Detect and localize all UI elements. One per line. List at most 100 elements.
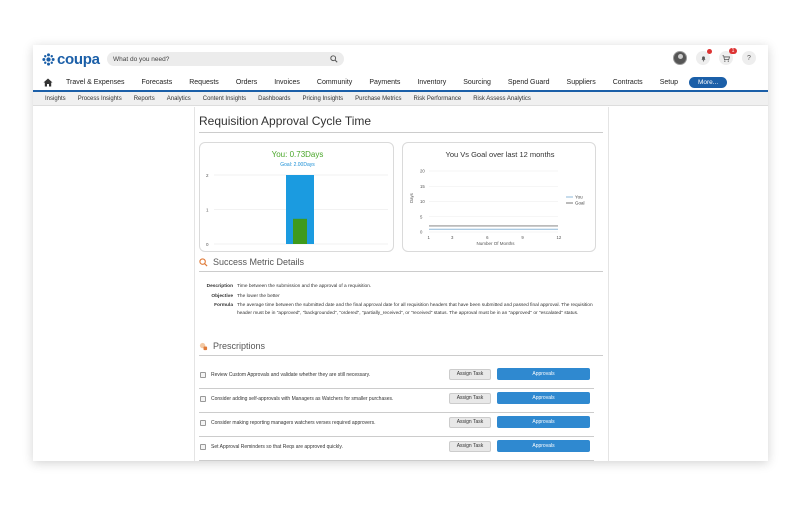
prescription-row: Review Custom Approvals and validate whe… [199, 365, 594, 389]
prescription-text: Set Approval Reminders so that Reqs are … [211, 444, 343, 450]
cart-icon[interactable]: 1 [719, 48, 737, 65]
objective-label: Objective [211, 293, 233, 299]
nav-item-travel-expenses[interactable]: Travel & Expenses [66, 79, 125, 86]
prescription-row: Set Approval Reminders so that Reqs are … [199, 437, 594, 461]
nav-item-community[interactable]: Community [317, 79, 352, 86]
notifications-icon[interactable] [696, 49, 712, 65]
prescriptions-heading-text: Prescriptions [213, 341, 266, 351]
trend-x-axis-label: Number Of Months [477, 241, 516, 246]
metric-divider [199, 271, 603, 272]
legend-label-you: You [575, 195, 583, 200]
approvals-button[interactable]: Approvals [497, 440, 590, 452]
search-bar[interactable]: What do you need? [107, 52, 344, 66]
trend-y-axis-label: Days [409, 193, 414, 203]
prescription-row: Consider making reporting managers watch… [199, 413, 594, 437]
assign-task-button[interactable]: Assign Task [449, 369, 491, 380]
objective-row: Objective The lower the better [199, 293, 603, 301]
formula-row: Formula The average time between the sub… [199, 302, 603, 317]
description-value: Time between the submission and the appr… [237, 284, 372, 289]
logo-text: coupa [57, 51, 100, 68]
approvals-button[interactable]: Approvals [497, 416, 590, 428]
assign-task-button[interactable]: Assign Task [449, 441, 491, 452]
trend-card: You Vs Goal over last 12 months 0 5 10 15 20… [402, 142, 596, 252]
subnav-item-process-insights[interactable]: Process Insights [78, 96, 122, 102]
main-content: Requisition Approval Cycle Time You: 0.7… [194, 107, 609, 461]
trend-y-tick: 15 [420, 184, 425, 189]
prescription-checkbox[interactable] [200, 444, 206, 450]
metric-icon [199, 257, 208, 267]
approvals-button[interactable]: Approvals [497, 392, 590, 404]
subnav-item-purchase-metrics[interactable]: Purchase Metrics [355, 96, 401, 102]
formula-label: Formula [214, 303, 233, 308]
prescription-checkbox[interactable] [200, 396, 206, 402]
subnav-item-reports[interactable]: Reports [134, 96, 155, 102]
subnav-item-content-insights[interactable]: Content Insights [203, 96, 246, 102]
shopping-cart-icon [722, 54, 730, 62]
kpi-card: You: 0.73Days Goal: 2.00Days 012 [199, 142, 394, 252]
trend-y-tick: 5 [420, 214, 423, 219]
home-icon[interactable] [43, 78, 53, 87]
description-row: Description Time between the submission … [199, 283, 603, 291]
nav-item-forecasts[interactable]: Forecasts [142, 79, 173, 86]
page-title: Requisition Approval Cycle Time [199, 114, 372, 128]
nav-item-requests[interactable]: Requests [189, 79, 219, 86]
avatar[interactable] [673, 51, 687, 65]
coupa-logo[interactable]: coupa [42, 51, 100, 68]
metric-heading-text: Success Metric Details [213, 257, 305, 267]
metric-section-heading: Success Metric Details [199, 257, 304, 267]
subnav-item-risk-performance[interactable]: Risk Performance [414, 96, 462, 102]
title-divider [199, 132, 603, 133]
bell-icon [700, 55, 706, 61]
trend-y-tick: 20 [420, 169, 425, 174]
bar-y-tick: 1 [206, 208, 209, 213]
metric-details: Description Time between the submission … [199, 283, 603, 319]
subnav-item-insights[interactable]: Insights [45, 96, 66, 102]
nav-item-orders[interactable]: Orders [236, 79, 257, 86]
subnav-item-analytics[interactable]: Analytics [167, 96, 191, 102]
prescriptions-divider [199, 355, 603, 356]
nav-item-spend-guard[interactable]: Spend Guard [508, 79, 550, 86]
trend-x-tick: 3 [451, 235, 454, 240]
trend-x-tick: 6 [486, 235, 489, 240]
nav-item-setup[interactable]: Setup [660, 79, 678, 86]
subnav-item-pricing-insights[interactable]: Pricing Insights [302, 96, 343, 102]
app-window: coupa What do you need? 1 ? Travel & Exp… [33, 45, 768, 461]
nav-item-invoices[interactable]: Invoices [274, 79, 300, 86]
objective-value: The lower the better [237, 293, 280, 299]
nav-item-suppliers[interactable]: Suppliers [567, 79, 596, 86]
description-label: Description [206, 284, 233, 289]
subnav-item-dashboards[interactable]: Dashboards [258, 96, 290, 102]
nav-item-inventory[interactable]: Inventory [417, 79, 446, 86]
formula-value: The average time between the submitted d… [237, 303, 593, 316]
trend-y-tick: 10 [420, 199, 425, 204]
prescription-checkbox[interactable] [200, 372, 206, 378]
prescription-row: Consider adding self-approvals with Mana… [199, 389, 594, 413]
assign-task-button[interactable]: Assign Task [449, 417, 491, 428]
more-button[interactable]: More... [688, 77, 728, 88]
kpi-bar-chart: 0 1 2 [206, 173, 388, 247]
main-nav: Travel & Expenses Forecasts Requests Orders… [33, 74, 768, 91]
subnav-item-risk-assess-analytics[interactable]: Risk Assess Analytics [473, 96, 531, 102]
you-bar [293, 218, 307, 244]
help-icon[interactable]: ? [742, 51, 756, 65]
nav-item-payments[interactable]: Payments [369, 79, 400, 86]
bar-y-tick: 0 [206, 242, 209, 247]
legend-label-goal: Goal [575, 201, 585, 206]
approvals-button[interactable]: Approvals [497, 368, 590, 380]
sub-nav: Insights Process Insights Reports Analytics… [33, 92, 768, 106]
search-input[interactable]: What do you need? [113, 56, 330, 63]
nav-item-contracts[interactable]: Contracts [613, 79, 643, 86]
search-icon[interactable] [330, 55, 338, 63]
help-label: ? [747, 54, 751, 62]
top-bar: coupa What do you need? 1 ? [33, 45, 768, 73]
prescription-icon [199, 342, 208, 350]
trend-x-tick: 9 [521, 235, 524, 240]
prescription-text: Consider adding self-approvals with Mana… [211, 396, 394, 402]
prescription-text: Review Custom Approvals and validate whe… [211, 372, 371, 378]
notification-dot [707, 49, 712, 54]
prescription-checkbox[interactable] [200, 420, 206, 426]
prescription-text: Consider making reporting managers watch… [211, 420, 376, 426]
assign-task-button[interactable]: Assign Task [449, 393, 491, 404]
nav-item-sourcing[interactable]: Sourcing [463, 79, 491, 86]
trend-x-tick: 1 [428, 235, 431, 240]
